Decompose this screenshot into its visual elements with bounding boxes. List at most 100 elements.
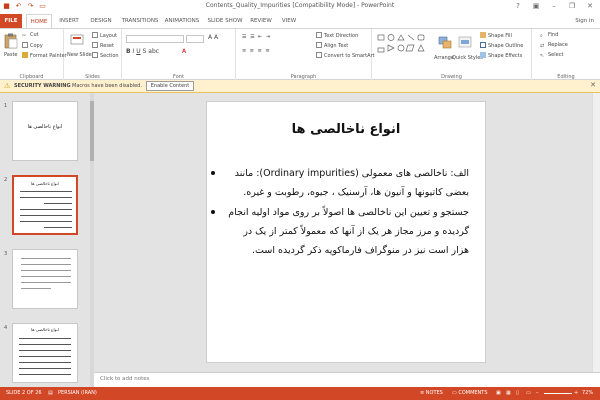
text-line — [19, 362, 71, 364]
bold-icon[interactable]: B — [126, 48, 131, 55]
notes-placeholder[interactable]: Click to add notes — [100, 376, 149, 382]
quick-styles-icon[interactable] — [458, 35, 472, 51]
font-name-box[interactable] — [126, 35, 184, 43]
new-slide-label[interactable]: New Slide — [67, 52, 92, 58]
notes-pane[interactable]: Click to add notes — [94, 372, 600, 387]
cut-button[interactable]: ✂ Cut — [22, 32, 39, 39]
shadow-icon[interactable]: S — [143, 48, 147, 55]
reset-button[interactable]: Reset — [92, 42, 114, 49]
align-text-button[interactable]: Align Text — [316, 42, 348, 49]
tab-transitions[interactable]: TRANSITIONS — [120, 14, 160, 28]
replace-button[interactable]: ⇄ Replace — [540, 42, 568, 49]
shape-effects-label: Shape Effects — [488, 53, 523, 59]
underline-icon[interactable]: U — [136, 48, 140, 55]
reading-view-icon[interactable]: ▯ — [516, 390, 519, 396]
sign-in-link[interactable]: Sign in — [575, 14, 594, 28]
comments-toggle[interactable]: ▭ COMMENTS — [452, 390, 488, 396]
align-left-icon[interactable]: ≡ — [242, 48, 247, 54]
restore-icon[interactable]: ❐ — [564, 1, 580, 12]
find-button[interactable]: ⌕ Find — [540, 32, 558, 39]
slide-title[interactable]: انواع ناخالصی ها — [207, 122, 485, 137]
bullet-item[interactable]: جستجو و تعیین این ناخالصی ها اصولاً بر ر… — [211, 203, 469, 260]
tab-home[interactable]: HOME — [26, 14, 52, 28]
brush-icon — [22, 52, 28, 58]
align-buttons[interactable]: ≡ ≡ ≡ ≡ — [242, 48, 271, 54]
select-icon: ↖ — [540, 53, 545, 59]
layout-button[interactable]: Layout — [92, 32, 117, 39]
thumbnail-slide-1[interactable]: 1 انواع ناخالصی ها — [0, 101, 94, 167]
arrange-label[interactable]: Arrange — [434, 55, 454, 61]
text-line — [19, 338, 71, 340]
font-color-icon[interactable]: A — [182, 48, 186, 55]
tab-design[interactable]: DESIGN — [86, 14, 116, 28]
shape-fill-button[interactable]: Shape Fill — [480, 32, 512, 39]
spellcheck-icon[interactable]: ▤ — [48, 390, 53, 396]
editor-vertical-scrollbar[interactable] — [592, 93, 600, 372]
section-button[interactable]: Section — [92, 52, 119, 59]
font-grow-shrink[interactable]: A A — [208, 34, 218, 41]
thumbnail-slide-4[interactable]: 4 انواع ناخالصی ها — [0, 323, 94, 389]
font-size-box[interactable] — [186, 35, 204, 43]
bullet-item[interactable]: الف: ناخالصی های معمولی (Ordinary impuri… — [211, 164, 469, 202]
ribbon-options-icon[interactable]: ▣ — [528, 1, 544, 12]
thumbnail-image[interactable]: انواع ناخالصی ها — [12, 323, 78, 383]
enable-content-button[interactable]: Enable Content — [146, 81, 194, 91]
thumbnail-image[interactable] — [12, 249, 78, 309]
indent-icon[interactable]: ⇤ ⇥ — [258, 34, 271, 40]
shape-effects-button[interactable]: Shape Effects — [480, 52, 522, 59]
align-center-icon[interactable]: ≡ — [250, 48, 255, 54]
thumbnail-slide-3[interactable]: 3 — [0, 249, 94, 315]
copy-button[interactable]: Copy — [22, 42, 43, 49]
text-direction-button[interactable]: Text Direction — [316, 32, 358, 39]
numbering-icon[interactable]: ☰ — [250, 34, 255, 40]
tab-slide-show[interactable]: SLIDE SHOW — [206, 14, 244, 28]
security-warning-bar: ⚠ SECURITY WARNING Macros have been disa… — [0, 80, 600, 93]
bullets-icon[interactable]: ☰ — [242, 34, 247, 40]
zoom-level[interactable]: 72% — [582, 390, 593, 396]
language-indicator[interactable]: PERSIAN (IRAN) — [58, 390, 97, 396]
strikethrough-icon[interactable]: abc — [148, 48, 159, 55]
thumbnail-image[interactable]: انواع ناخالصی ها — [12, 101, 78, 161]
text-line — [21, 276, 71, 277]
align-right-icon[interactable]: ≡ — [258, 48, 263, 54]
tab-view[interactable]: VIEW — [278, 14, 300, 28]
format-painter-button[interactable]: Format Painter — [22, 52, 67, 59]
slide-body-text[interactable]: الف: ناخالصی های معمولی (Ordinary impuri… — [211, 164, 469, 261]
quick-styles-label[interactable]: Quick Styles — [452, 55, 483, 61]
slide-sorter-icon[interactable]: ▦ — [506, 390, 511, 396]
convert-smartart-button[interactable]: Convert to SmartArt — [316, 52, 375, 59]
italic-icon[interactable]: I — [133, 48, 135, 55]
thumbnail-slide-2[interactable]: 2 انواع ناخالصی ها — [0, 175, 94, 241]
thumbnail-image-selected[interactable]: انواع ناخالصی ها — [12, 175, 78, 235]
drawing-group: Arrange Quick Styles Shape Fill Shape Ou… — [372, 29, 532, 81]
notes-toggle[interactable]: ≡ NOTES — [420, 390, 443, 396]
replace-icon: ⇄ — [540, 43, 545, 49]
minimize-icon[interactable]: – — [546, 1, 562, 12]
new-slide-icon[interactable] — [70, 33, 84, 49]
font-format-buttons[interactable]: B I U S abc — [126, 48, 159, 55]
paste-icon[interactable] — [4, 33, 18, 49]
current-slide[interactable]: انواع ناخالصی ها الف: ناخالصی های معمولی… — [206, 101, 486, 363]
zoom-slider[interactable] — [544, 393, 572, 394]
close-icon[interactable]: ✕ — [582, 1, 598, 12]
paragraph-group: ☰ ☰ ⇤ ⇥ ≡ ≡ ≡ ≡ Text Direction Align Tex… — [236, 29, 375, 81]
help-icon[interactable]: ? — [510, 1, 526, 12]
justify-icon[interactable]: ≡ — [265, 48, 270, 54]
convert-smartart-label: Convert to SmartArt — [324, 53, 375, 59]
arrange-icon[interactable] — [438, 35, 452, 51]
slideshow-view-icon[interactable]: ▭ — [526, 390, 531, 396]
zoom-out-icon[interactable]: – — [536, 390, 539, 396]
tab-file[interactable]: FILE — [0, 14, 22, 28]
shape-outline-button[interactable]: Shape Outline — [480, 42, 523, 49]
shapes-gallery[interactable] — [376, 33, 430, 59]
tab-review[interactable]: REVIEW — [248, 14, 274, 28]
close-icon[interactable]: ✕ — [590, 81, 596, 89]
zoom-in-icon[interactable]: + — [574, 390, 578, 396]
tab-animations[interactable]: ANIMATIONS — [162, 14, 202, 28]
list-buttons[interactable]: ☰ ☰ ⇤ ⇥ — [242, 34, 271, 40]
select-button[interactable]: ↖ Select — [540, 52, 563, 59]
text-line — [20, 197, 72, 199]
normal-view-icon[interactable]: ▣ — [496, 390, 501, 396]
paste-label[interactable]: Paste — [4, 52, 18, 58]
tab-insert[interactable]: INSERT — [56, 14, 82, 28]
